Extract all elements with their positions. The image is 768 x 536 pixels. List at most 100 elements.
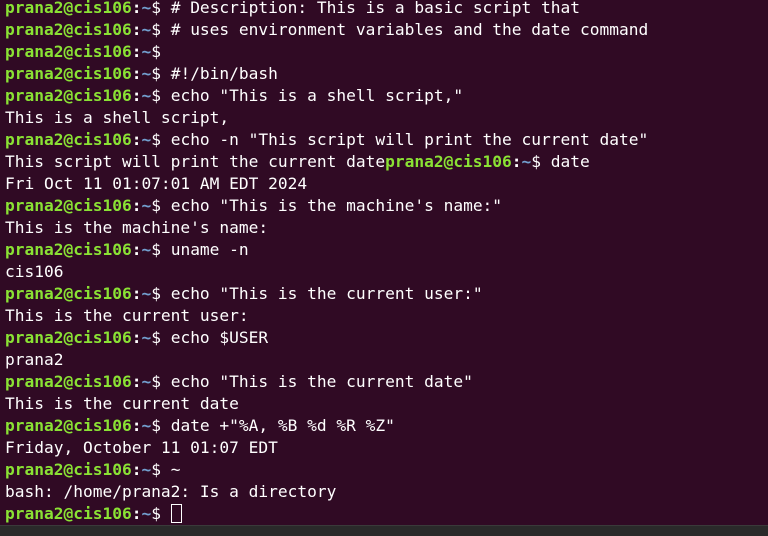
command-text: date +"%A, %B %d %R %Z" <box>160 416 395 435</box>
output-text: This is the current user: <box>5 306 249 325</box>
prompt-line: prana2@cis106:~$ echo -n "This script wi… <box>5 129 765 151</box>
output-line: cis106 <box>5 261 765 283</box>
prompt-colon: : <box>131 0 142 17</box>
prompt-symbol: $ <box>151 284 161 303</box>
prompt-line: prana2@cis106:~$ echo "This is the curre… <box>5 283 765 305</box>
prompt-path: ~ <box>141 86 152 105</box>
prompt-symbol: $ <box>151 64 161 83</box>
prompt-symbol: $ <box>151 416 161 435</box>
prompt-path: ~ <box>141 416 152 435</box>
prompt-colon: : <box>131 86 142 105</box>
prompt-user-host: prana2@cis106 <box>5 130 132 149</box>
output-text: Friday, October 11 01:07 EDT <box>5 438 278 457</box>
output-line: Fri Oct 11 01:07:01 AM EDT 2024 <box>5 173 765 195</box>
prompt-user-host: prana2@cis106 <box>5 64 132 83</box>
output-text: This is the current date <box>5 394 239 413</box>
prompt-line: prana2@cis106:~$ echo "This is the curre… <box>5 371 765 393</box>
prompt-user-host: prana2@cis106 <box>5 328 132 347</box>
prompt-colon: : <box>131 130 142 149</box>
prompt-symbol: $ <box>151 240 161 259</box>
prompt-colon: : <box>131 64 142 83</box>
prompt-symbol: $ <box>531 152 542 171</box>
output-line: This is the current user: <box>5 305 765 327</box>
prompt-path: ~ <box>141 372 152 391</box>
prompt-user-host: prana2@cis106 <box>5 196 132 215</box>
prompt-user-host: prana2@cis106 <box>5 20 132 39</box>
prompt-symbol: $ <box>151 42 161 61</box>
prompt-line: prana2@cis106:~$ ~ <box>5 459 765 481</box>
prompt-colon: : <box>131 240 142 259</box>
prompt-symbol: $ <box>151 504 161 523</box>
command-text: uname -n <box>160 240 249 259</box>
output-text: prana2 <box>5 350 64 369</box>
command-text: echo $USER <box>160 328 269 347</box>
prompt-user-host: prana2@cis106 <box>5 0 132 17</box>
prompt-user-host: prana2@cis106 <box>5 42 132 61</box>
prompt-colon: : <box>131 20 142 39</box>
prompt-colon: : <box>131 284 142 303</box>
prompt-user-host: prana2@cis106 <box>5 416 132 435</box>
prompt-colon: : <box>131 460 142 479</box>
prompt-user-host: prana2@cis106 <box>5 86 132 105</box>
prompt-path: ~ <box>141 328 152 347</box>
command-text: echo "This is the machine's name:" <box>160 196 503 215</box>
output-text: This script will print the current date <box>5 152 386 171</box>
prompt-path: ~ <box>141 284 152 303</box>
prompt-path: ~ <box>521 152 532 171</box>
prompt-user-host: prana2@cis106 <box>385 152 512 171</box>
prompt-line: prana2@cis106:~$ echo "This is the machi… <box>5 195 765 217</box>
prompt-line: prana2@cis106:~$ # Description: This is … <box>5 0 765 19</box>
prompt-line: prana2@cis106:~$ echo $USER <box>5 327 765 349</box>
prompt-symbol: $ <box>151 86 161 105</box>
prompt-symbol: $ <box>151 130 161 149</box>
prompt-symbol: $ <box>151 20 161 39</box>
output-text: This is a shell script, <box>5 108 230 127</box>
output-text: This is the machine's name: <box>5 218 269 237</box>
prompt-line: prana2@cis106:~$ date +"%A, %B %d %R %Z" <box>5 415 765 437</box>
command-text: # uses environment variables and the dat… <box>160 20 649 39</box>
text-cursor <box>170 504 182 523</box>
command-text: echo "This is the current date" <box>160 372 473 391</box>
prompt-colon: : <box>131 504 142 523</box>
command-text: ~ <box>160 460 181 479</box>
prompt-colon: : <box>131 42 142 61</box>
output-line: This is the current date <box>5 393 765 415</box>
output-line: This is a shell script, <box>5 107 765 129</box>
prompt-path: ~ <box>141 0 152 17</box>
command-input[interactable] <box>161 504 171 523</box>
prompt-path: ~ <box>141 504 152 523</box>
prompt-user-host: prana2@cis106 <box>5 372 132 391</box>
status-strip <box>0 525 768 536</box>
command-text: echo "This is a shell script," <box>160 86 464 105</box>
prompt-colon: : <box>131 416 142 435</box>
command-text: # Description: This is a basic script th… <box>160 0 581 17</box>
prompt-symbol: $ <box>151 0 161 17</box>
prompt-path: ~ <box>141 42 152 61</box>
command-text: date <box>541 152 590 171</box>
prompt-line: prana2@cis106:~$ # uses environment vari… <box>5 19 765 41</box>
prompt-path: ~ <box>141 130 152 149</box>
command-text: #!/bin/bash <box>160 64 278 83</box>
prompt-path: ~ <box>141 20 152 39</box>
prompt-path: ~ <box>141 196 152 215</box>
command-text: echo "This is the current user:" <box>160 284 483 303</box>
output-line: prana2 <box>5 349 765 371</box>
output-line: Friday, October 11 01:07 EDT <box>5 437 765 459</box>
output-line: This is the machine's name: <box>5 217 765 239</box>
prompt-user-host: prana2@cis106 <box>5 504 132 523</box>
active-prompt-line: prana2@cis106:~$ <box>5 503 765 525</box>
command-text: echo -n "This script will print the curr… <box>160 130 649 149</box>
output-prompt-line: This script will print the current datep… <box>5 151 765 173</box>
output-text: cis106 <box>5 262 64 281</box>
output-line: bash: /home/prana2: Is a directory <box>5 481 765 503</box>
prompt-path: ~ <box>141 460 152 479</box>
output-text: bash: /home/prana2: Is a directory <box>5 482 337 501</box>
prompt-user-host: prana2@cis106 <box>5 284 132 303</box>
prompt-colon: : <box>131 372 142 391</box>
prompt-user-host: prana2@cis106 <box>5 460 132 479</box>
prompt-line: prana2@cis106:~$ <box>5 41 765 63</box>
prompt-symbol: $ <box>151 372 161 391</box>
prompt-colon: : <box>131 196 142 215</box>
terminal-window[interactable]: prana2@cis106:~$ # Description: This is … <box>0 0 768 536</box>
prompt-symbol: $ <box>151 460 161 479</box>
